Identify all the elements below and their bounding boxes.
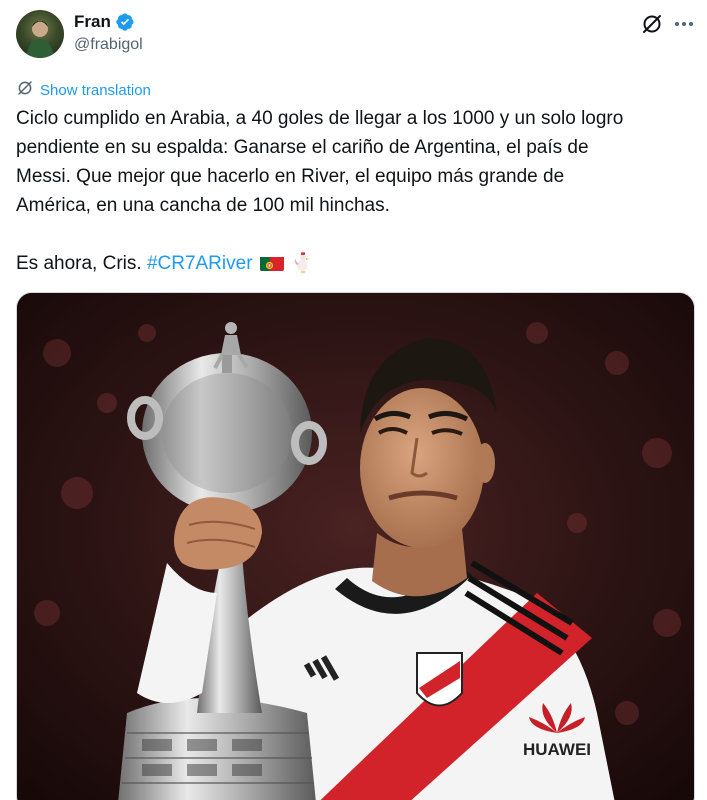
tweet-text-line: pendiente en su espalda: Ganarse el cari… (16, 137, 589, 158)
shirt-sponsor-text: HUAWEI (523, 740, 591, 759)
author-handle[interactable]: @frabigol (74, 36, 143, 54)
grok-icon[interactable] (640, 12, 664, 36)
more-options-icon[interactable] (672, 12, 696, 36)
tweet-media-image[interactable]: HUAWEI (16, 292, 695, 800)
tweet-text-line: Es ahora, Cris. (16, 253, 147, 274)
tweet-text: Ciclo cumplido en Arabia, a 40 goles de … (16, 104, 696, 278)
tweet-text-line: Messi. Que mejor que hacerlo en River, e… (16, 166, 565, 187)
portugal-flag-icon (259, 254, 284, 271)
show-translation-link[interactable]: Show translation (16, 79, 151, 102)
hashtag-link[interactable]: #CR7ARiver (147, 253, 253, 274)
author-display-name[interactable]: Fran (74, 12, 111, 32)
tweet-text-line: Ciclo cumplido en Arabia, a 40 goles de … (16, 108, 624, 129)
tweet-text-line: América, en una cancha de 100 mil hincha… (16, 195, 390, 216)
author-avatar[interactable] (16, 10, 64, 58)
show-translation-label: Show translation (40, 82, 151, 99)
rooster-icon (293, 251, 311, 273)
translate-icon (16, 79, 34, 102)
verified-badge-icon (115, 12, 135, 32)
